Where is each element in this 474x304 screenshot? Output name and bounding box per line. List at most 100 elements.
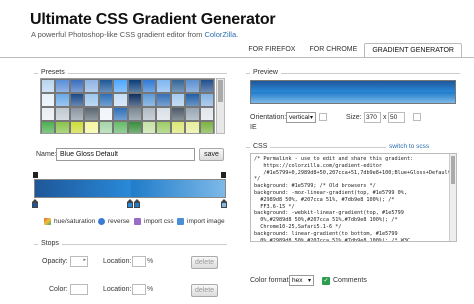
preset-swatch[interactable]	[69, 121, 85, 133]
save-button[interactable]: save	[199, 148, 224, 161]
delete-color-stop-button[interactable]: delete	[191, 284, 218, 297]
tab-divider	[0, 57, 474, 58]
preset-swatch[interactable]	[156, 79, 171, 93]
presets-scrollbar[interactable]	[216, 78, 225, 134]
opacity-location-input[interactable]	[132, 256, 146, 267]
preset-swatch[interactable]	[84, 93, 99, 107]
color-stop-swatch	[134, 202, 140, 208]
comments-checkbox[interactable]: ✓	[322, 277, 330, 285]
css-title: CSS	[250, 143, 271, 150]
preset-swatch[interactable]	[84, 79, 99, 93]
ie-checkbox[interactable]	[319, 113, 327, 121]
preset-swatch[interactable]	[113, 107, 128, 121]
preset-swatch[interactable]	[199, 107, 214, 121]
opacity-stop-left[interactable]	[33, 172, 38, 178]
color-swatch-input[interactable]	[70, 284, 88, 295]
tab-for-chrome[interactable]: FOR CHROME	[302, 43, 364, 58]
gradient-preview	[250, 80, 456, 104]
preset-swatch[interactable]	[127, 107, 142, 121]
import-css-tool[interactable]: import css	[134, 218, 174, 225]
preset-swatch[interactable]	[55, 121, 70, 133]
preset-swatch[interactable]	[55, 79, 70, 93]
opacity-input[interactable]: ▸	[70, 256, 88, 267]
preset-swatch[interactable]	[41, 107, 56, 121]
preset-swatch[interactable]	[170, 93, 186, 107]
color-stop-1[interactable]	[32, 199, 38, 208]
reverse-tool[interactable]: reverse	[98, 218, 130, 225]
switch-to-scss-link[interactable]: switch to scss	[389, 143, 429, 150]
preset-swatch[interactable]	[84, 121, 99, 133]
preset-swatch[interactable]	[185, 79, 200, 93]
preset-swatch[interactable]	[199, 121, 214, 133]
preset-swatch[interactable]	[141, 93, 157, 107]
preset-swatch[interactable]	[98, 121, 114, 133]
preset-swatch[interactable]	[55, 93, 70, 107]
preset-swatch[interactable]	[127, 93, 142, 107]
preset-swatch[interactable]	[141, 107, 157, 121]
preset-swatch[interactable]	[69, 93, 85, 107]
hue-saturation-tool[interactable]: hue/saturation	[44, 218, 95, 225]
color-stop-4[interactable]	[221, 199, 227, 208]
color-location-input[interactable]	[132, 284, 146, 295]
preset-swatch[interactable]	[55, 107, 70, 121]
preset-swatch[interactable]	[156, 107, 171, 121]
opacity-label: Opacity:	[42, 258, 68, 265]
stops-title: Stops	[38, 240, 62, 247]
preset-swatch[interactable]	[141, 79, 157, 93]
orientation-select[interactable]: vertical ▾	[286, 112, 316, 123]
color-stop-2[interactable]	[127, 199, 133, 208]
preset-swatch[interactable]	[98, 93, 114, 107]
preset-swatch[interactable]	[69, 107, 85, 121]
tool-label: reverse	[108, 218, 130, 225]
preset-swatch[interactable]	[113, 79, 128, 93]
preset-swatch[interactable]	[185, 121, 200, 133]
preset-swatch[interactable]	[41, 121, 56, 133]
preset-swatch[interactable]	[41, 93, 56, 107]
presets-grid	[40, 78, 215, 134]
preset-swatch[interactable]	[98, 79, 114, 93]
css-scrollbar[interactable]	[449, 154, 456, 241]
preset-swatch[interactable]	[84, 107, 99, 121]
preset-swatch[interactable]	[41, 79, 56, 93]
preset-swatch[interactable]	[185, 107, 200, 121]
preset-swatch[interactable]	[113, 93, 128, 107]
preset-swatch[interactable]	[170, 79, 186, 93]
preset-swatch[interactable]	[185, 93, 200, 107]
opacity-spinner-icon: ▸	[83, 257, 86, 263]
size-lock-checkbox[interactable]	[413, 113, 421, 121]
preset-swatch[interactable]	[156, 121, 171, 133]
page-title: Ultimate CSS Gradient Generator	[30, 11, 276, 28]
preset-swatch[interactable]	[156, 93, 171, 107]
color-format-select[interactable]: hex ▾	[289, 275, 314, 286]
preset-swatch[interactable]	[98, 107, 114, 121]
color-stop-3[interactable]	[134, 199, 140, 208]
tab-for-firefox[interactable]: FOR FIREFOX	[241, 43, 302, 58]
css-scroll-thumb[interactable]	[451, 156, 455, 184]
delete-opacity-stop-button[interactable]: delete	[191, 256, 218, 269]
preset-swatch[interactable]	[113, 121, 128, 133]
gradient-name-input[interactable]	[56, 148, 195, 161]
preset-swatch[interactable]	[127, 121, 142, 133]
presets-title: Presets	[38, 69, 68, 76]
opacity-stop-right[interactable]	[221, 172, 226, 178]
name-label: Name:	[36, 151, 57, 158]
presets-scroll-thumb[interactable]	[218, 80, 223, 102]
preset-swatch[interactable]	[127, 79, 142, 93]
import-image-tool[interactable]: import image	[177, 218, 225, 225]
color-format-label: Color format:	[250, 277, 291, 284]
orientation-label: Orientation:	[250, 114, 287, 121]
colorzilla-link[interactable]: ColorZilla.	[204, 30, 238, 39]
preset-swatch[interactable]	[170, 107, 186, 121]
size-width-input[interactable]: 370	[364, 112, 381, 123]
orientation-value: vertical	[289, 114, 310, 121]
gradient-editor-bar[interactable]	[34, 179, 226, 198]
preset-swatch[interactable]	[69, 79, 85, 93]
preset-swatch[interactable]	[199, 93, 214, 107]
preset-swatch[interactable]	[199, 79, 214, 93]
tab-gradient-generator[interactable]: GRADIENT GENERATOR	[364, 43, 462, 58]
preset-swatch[interactable]	[170, 121, 186, 133]
css-output[interactable]: /* Permalink - use to edit and share thi…	[250, 153, 457, 242]
preset-swatch[interactable]	[141, 121, 157, 133]
page-header: Ultimate CSS Gradient Generator A powerf…	[0, 0, 474, 58]
size-height-input[interactable]: 50	[388, 112, 405, 123]
